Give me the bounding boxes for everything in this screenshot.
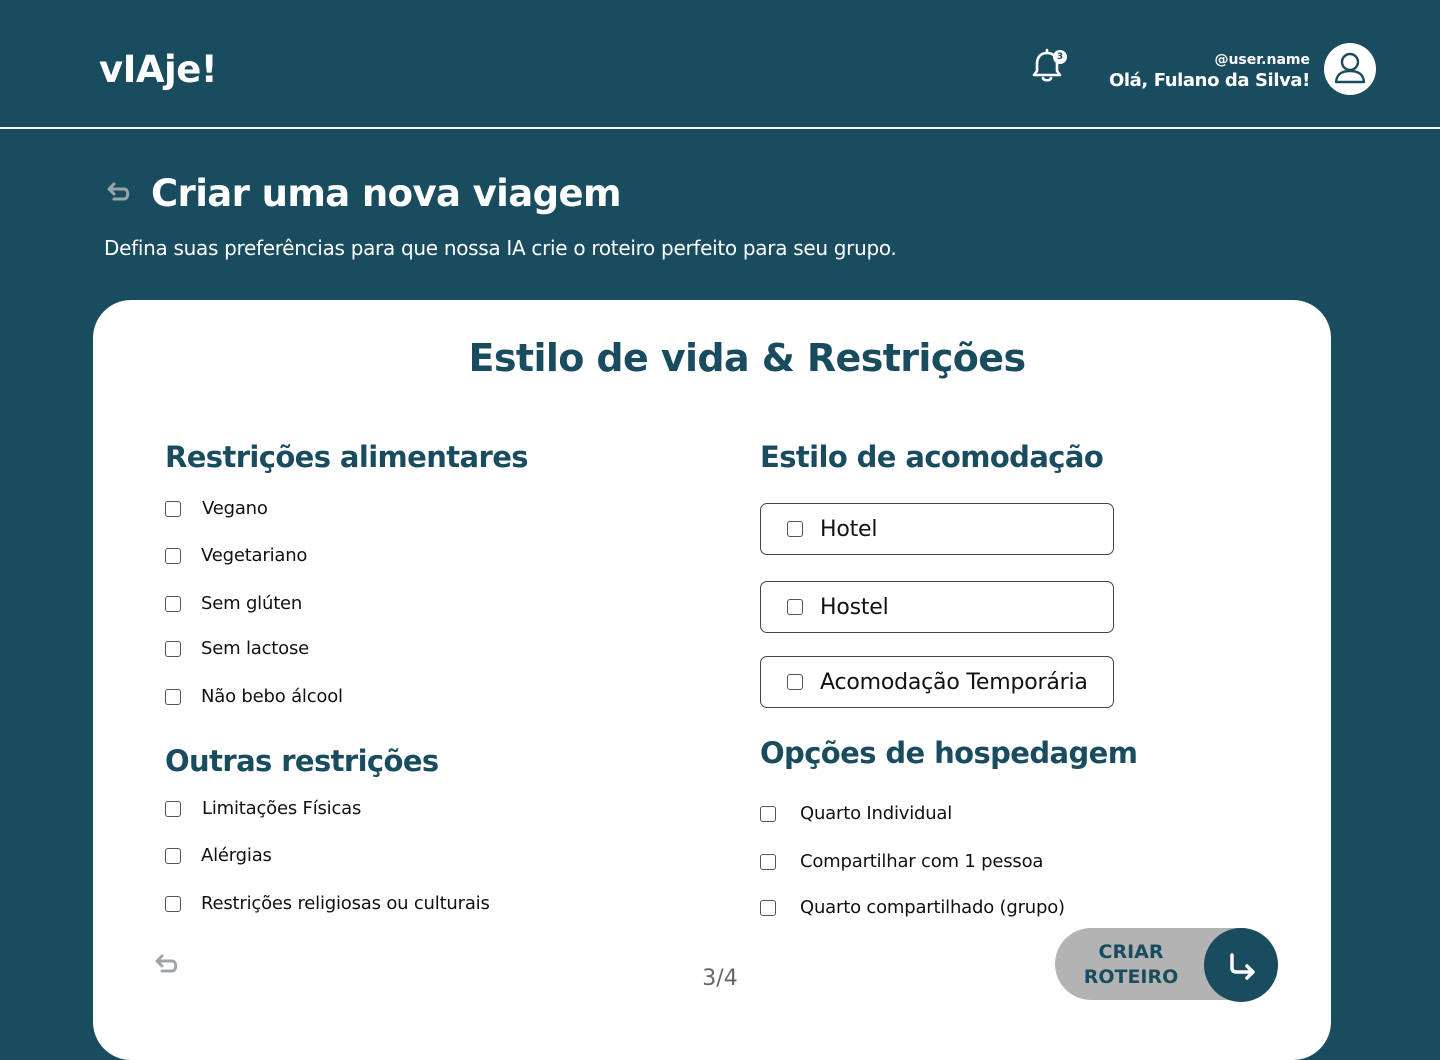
notification-badge: 3 [1053,50,1067,64]
checkbox-limitacoes-fisicas[interactable]: Limitações Físicas [165,798,361,819]
checkbox-label: Não bebo álcool [201,686,343,707]
checkbox-label: Sem glúten [201,593,303,614]
header-divider [0,127,1440,129]
checkbox-label: Restrições religiosas ou culturais [201,893,490,914]
top-bar: vIAje! 3 @user.name Olá, Fulano da Silva… [0,0,1440,128]
checkbox-box[interactable] [165,847,181,864]
option-label: Hotel [820,516,878,542]
checkbox-label: Quarto Individual [800,803,953,824]
redo-arrow-icon [1230,953,1255,980]
cta-line-1: CRIAR [1098,941,1164,963]
checkbox-box[interactable] [165,688,181,705]
checkbox-box[interactable] [165,640,181,657]
checkbox-vegetariano[interactable]: Vegetariano [165,545,307,566]
checkbox-box[interactable] [760,805,776,822]
create-itinerary-label[interactable]: CRIAR ROTEIRO [1078,940,1184,990]
user-handle: @user.name [1214,52,1310,68]
checkbox-label: Compartilhar com 1 pessoa [800,851,1044,872]
checkbox-alergias[interactable]: Alérgias [165,845,272,866]
checkbox-quarto-compartilhado[interactable]: Quarto compartilhado (grupo) [760,897,1065,918]
page-subtitle: Defina suas preferências para que nossa … [104,236,897,260]
lodging-heading: Opções de hospedagem [760,736,1138,770]
checkbox-box[interactable] [165,547,181,564]
checkbox-label: Vegano [202,498,268,519]
checkbox-compartilhar-1-pessoa[interactable]: Compartilhar com 1 pessoa [760,851,1043,872]
checkbox-box[interactable] [165,500,181,517]
checkbox-vegano[interactable]: Vegano [165,498,268,519]
checkbox-box[interactable] [787,521,803,537]
cta-line-2: ROTEIRO [1083,966,1179,988]
checkbox-box[interactable] [165,800,181,817]
create-itinerary-arrow-button[interactable] [1204,928,1278,1002]
user-greeting: Olá, Fulano da Silva! [1109,70,1310,91]
avatar[interactable] [1324,43,1376,95]
checkbox-nao-bebo-alcool[interactable]: Não bebo álcool [165,686,343,707]
checkbox-quarto-individual[interactable]: Quarto Individual [760,803,952,824]
user-icon [1334,52,1366,84]
step-indicator: 3/4 [702,966,738,991]
checkbox-box[interactable] [165,595,181,612]
option-label: Hostel [820,594,889,620]
undo-arrow-icon[interactable] [104,180,132,208]
checkbox-box[interactable] [760,853,776,870]
checkbox-box[interactable] [787,674,803,690]
checkbox-box[interactable] [165,895,181,912]
option-label: Acomodação Temporária [820,669,1088,695]
option-acomodacao-temporaria[interactable]: Acomodação Temporária [760,656,1114,708]
card-title: Estilo de vida & Restrições [468,336,1027,380]
option-hostel[interactable]: Hostel [760,581,1114,633]
accommodation-heading: Estilo de acomodação [760,440,1104,474]
undo-arrow-icon[interactable] [152,952,180,980]
checkbox-label: Quarto compartilhado (grupo) [800,897,1065,918]
page-title: Criar uma nova viagem [151,172,622,215]
checkbox-restricoes-religiosas[interactable]: Restrições religiosas ou culturais [165,893,490,914]
option-hotel[interactable]: Hotel [760,503,1114,555]
checkbox-label: Limitações Físicas [202,798,362,819]
checkbox-box[interactable] [787,599,803,615]
other-restrictions-heading: Outras restrições [165,744,439,778]
checkbox-label: Sem lactose [201,638,310,659]
checkbox-sem-lactose[interactable]: Sem lactose [165,638,309,659]
checkbox-box[interactable] [760,899,776,916]
checkbox-label: Alérgias [201,845,272,866]
app-logo[interactable]: vIAje! [99,48,218,91]
checkbox-label: Vegetariano [201,545,308,566]
checkbox-sem-gluten[interactable]: Sem glúten [165,593,302,614]
dietary-heading: Restrições alimentares [165,440,529,474]
